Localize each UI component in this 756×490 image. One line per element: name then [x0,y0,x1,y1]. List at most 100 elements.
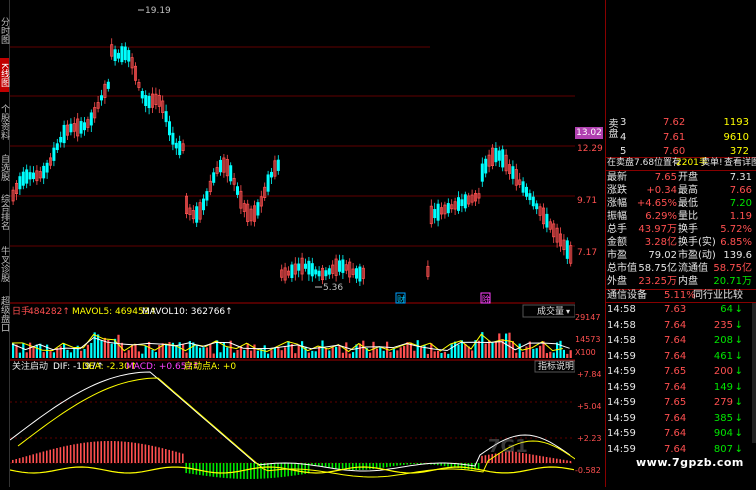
volume-bar [90,342,93,358]
volume-bar [280,350,283,358]
macd-bar [114,441,116,463]
macd-bar [182,453,184,463]
volume-bar [549,351,552,358]
tick-price: 7.64 [664,350,687,362]
stats-cell: 最高 [678,185,698,196]
volume-bar [25,352,28,358]
tick-time: 14:59 [607,366,636,377]
volume-bar [535,348,538,358]
macd-bar [379,463,381,469]
volume-bar [73,348,76,358]
volume-bar [403,345,406,358]
macd-bar [66,445,68,463]
volume-bar [352,352,355,358]
macd-bar [39,452,41,463]
tick-price: 7.64 [664,443,687,455]
macd-bar [331,463,334,469]
tick-row[interactable]: 14:58 7.63 64 ↓ [606,303,756,316]
macd-bar [90,441,92,463]
tick-row[interactable]: 14:59 7.64 807 ↓ [606,443,756,456]
tab-diagnosis[interactable]: 牛叉诊股 [0,240,9,288]
volume-bar [97,334,100,358]
tick-volume: 208 [713,335,733,346]
stats-cell: 139.6 [723,250,752,261]
order-book-row[interactable]: 3 7.62 1193 [606,116,756,129]
stats-cell: 20.71万 [713,276,752,287]
order-book-row[interactable]: 4 7.61 9610 [606,131,756,144]
chevron-down-icon: ▾ [566,307,570,316]
sector-row[interactable]: 通信设备 5.11% 同行业比较 [606,289,756,302]
macd-axis-1: +7.84 [577,370,602,379]
volume-bar [165,344,168,358]
big-order-info-bar: 在卖盘7.68位置有 2201手 卖单! 查看详图 [606,157,756,170]
macd-bar [120,441,123,463]
tab-timeshare[interactable]: 分时图 [0,8,9,52]
stats-cell: 金额 [607,237,627,248]
tick-row[interactable]: 14:58 7.64 208 ↓ [606,334,756,347]
volume-bar [552,352,555,358]
tick-row[interactable]: 14:59 7.65 279 ↓ [606,396,756,409]
tick-scrollbar[interactable] [752,303,756,443]
tab-kline[interactable]: K线图 [0,58,9,92]
stats-cell: 涨幅 [607,198,627,209]
tick-row[interactable]: 14:59 7.64 904 ↓ [606,427,756,440]
macd-bar [233,463,235,479]
view-detail-link[interactable]: 查看详图 [724,157,756,170]
arrow-down-icon: ↓ [734,366,743,377]
macd-bar [253,463,255,479]
macd-bar [18,458,21,463]
macd-bar [127,442,130,463]
order-level: 4 [620,132,627,143]
volume-bar [141,353,144,358]
sector-compare-link[interactable]: 同行业比较 [693,289,743,302]
tab-ranking[interactable]: 综合排名 [0,188,9,236]
volume-bar [399,347,402,358]
volume-bar [423,344,426,358]
tick-time: 14:59 [607,397,636,408]
tick-row[interactable]: 14:59 7.65 200 ↓ [606,365,756,378]
volume-bar [185,352,188,358]
volume-bar [301,341,304,358]
volume-bar [420,347,423,358]
stats-cell: 涨跌 [607,185,627,196]
tick-row[interactable]: 14:59 7.64 461 ↓ [606,350,756,363]
tab-stock-profile[interactable]: 个股资料 [0,98,9,146]
kline-chart-area[interactable]: 19.19 5.36 财 除 日手 484282↑ MAVOL5: 469453… [9,0,579,487]
axis-label-low: 7.17 [577,248,598,258]
order-price: 7.62 [663,117,686,128]
quote-panel: 卖盘 3 7.62 1193 4 7.61 9610 5 7.60 372 在卖… [605,0,756,487]
tick-price: 7.64 [664,335,687,346]
big-order-text: 在卖盘7.68位置有 [607,158,682,168]
tick-row[interactable]: 14:58 7.64 235 ↓ [606,319,756,332]
big-order-label: 卖单! [701,158,723,168]
macd-bar [69,444,72,463]
macd-bar [83,442,85,463]
kline-chart-svg[interactable]: 19.19 5.36 财 除 日手 484282↑ MAVOL5: 469453… [9,0,579,487]
stats-row: 市盈 79.02 市盈(动) 139.6 [606,249,756,262]
stats-row: 最新 7.65 开盘 7.31 [606,171,756,184]
tab-watchlist[interactable]: 自选股 [0,150,9,184]
tab-super-level2[interactable]: 超级盘口 [0,292,9,336]
volume-bar [508,332,511,358]
volume-bar [32,347,35,358]
tick-row[interactable]: 14:59 7.64 385 ↓ [606,412,756,425]
volume-bar [148,341,151,358]
volume-bar [437,350,440,358]
volume-bar [124,352,127,358]
volume-bar [454,341,457,358]
macd-bar [542,456,544,463]
tick-time: 14:58 [607,304,636,315]
macd-bar [566,460,568,463]
macd-bar [86,442,89,463]
volume-bar [539,345,542,358]
macd-bar [212,463,215,477]
stats-cell: 内盘 [678,276,698,287]
macd-bar [406,463,408,465]
volume-bar [484,343,487,358]
stats-cell: 流通值 [678,263,708,274]
macd-bar [216,463,218,478]
volume-bar [321,340,324,358]
volume-bar [270,350,273,358]
tick-row[interactable]: 14:59 7.64 149 ↓ [606,381,756,394]
macd-bar [32,454,34,463]
